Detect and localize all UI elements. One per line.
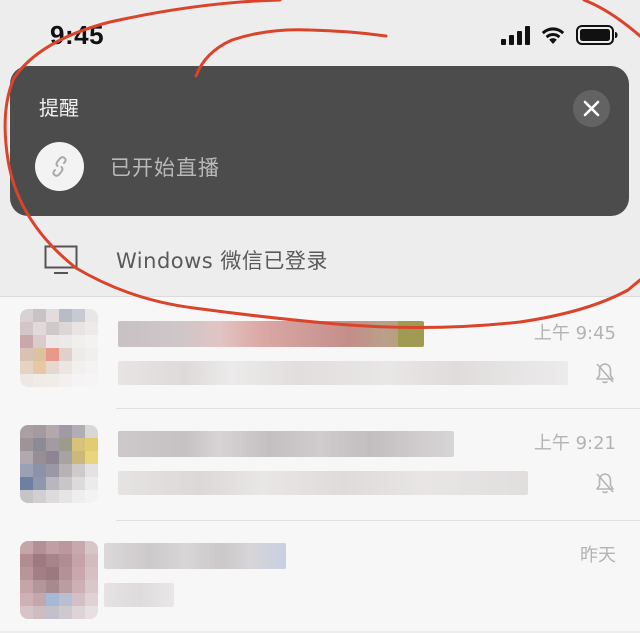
- avatar: [20, 541, 98, 619]
- desktop-login-row[interactable]: Windows 微信已登录: [0, 222, 640, 297]
- blurred-chat-name: [118, 321, 408, 347]
- status-time: 9:45: [50, 20, 105, 50]
- blurred-message-preview: [118, 471, 528, 495]
- blurred-message-preview: [118, 361, 568, 385]
- avatar: [20, 309, 98, 387]
- avatar: [20, 425, 98, 503]
- mini-program-link-icon: [35, 142, 84, 191]
- battery-icon: [576, 25, 618, 45]
- notification-title: 提醒: [39, 96, 79, 120]
- desktop-login-text: Windows 微信已登录: [116, 249, 328, 273]
- status-bar: 9:45: [0, 0, 640, 70]
- signal-icon: [501, 25, 530, 45]
- blurred-chat-name: [104, 543, 286, 569]
- mute-bell-icon: [596, 473, 614, 494]
- blurred-chat-name-extra: [398, 321, 424, 347]
- chat-list: 上午 9:45 上午 9:21 昨天: [0, 297, 640, 631]
- close-icon[interactable]: [573, 90, 610, 127]
- monitor-icon: [44, 245, 78, 274]
- live-notification-banner[interactable]: 提醒 已开始直播: [10, 66, 629, 216]
- chat-row[interactable]: 昨天: [0, 521, 640, 633]
- chat-row[interactable]: 上午 9:21: [0, 409, 640, 521]
- chat-row[interactable]: 上午 9:45: [0, 297, 640, 409]
- mute-bell-icon: [596, 363, 614, 384]
- chat-time: 上午 9:21: [533, 433, 616, 454]
- blurred-message-preview: [104, 583, 174, 607]
- notification-message: 已开始直播: [110, 156, 220, 180]
- chat-time: 上午 9:45: [533, 323, 616, 344]
- blurred-chat-name: [118, 431, 454, 457]
- status-icons: [501, 24, 618, 46]
- wifi-icon: [541, 27, 565, 44]
- chat-time: 昨天: [580, 545, 616, 566]
